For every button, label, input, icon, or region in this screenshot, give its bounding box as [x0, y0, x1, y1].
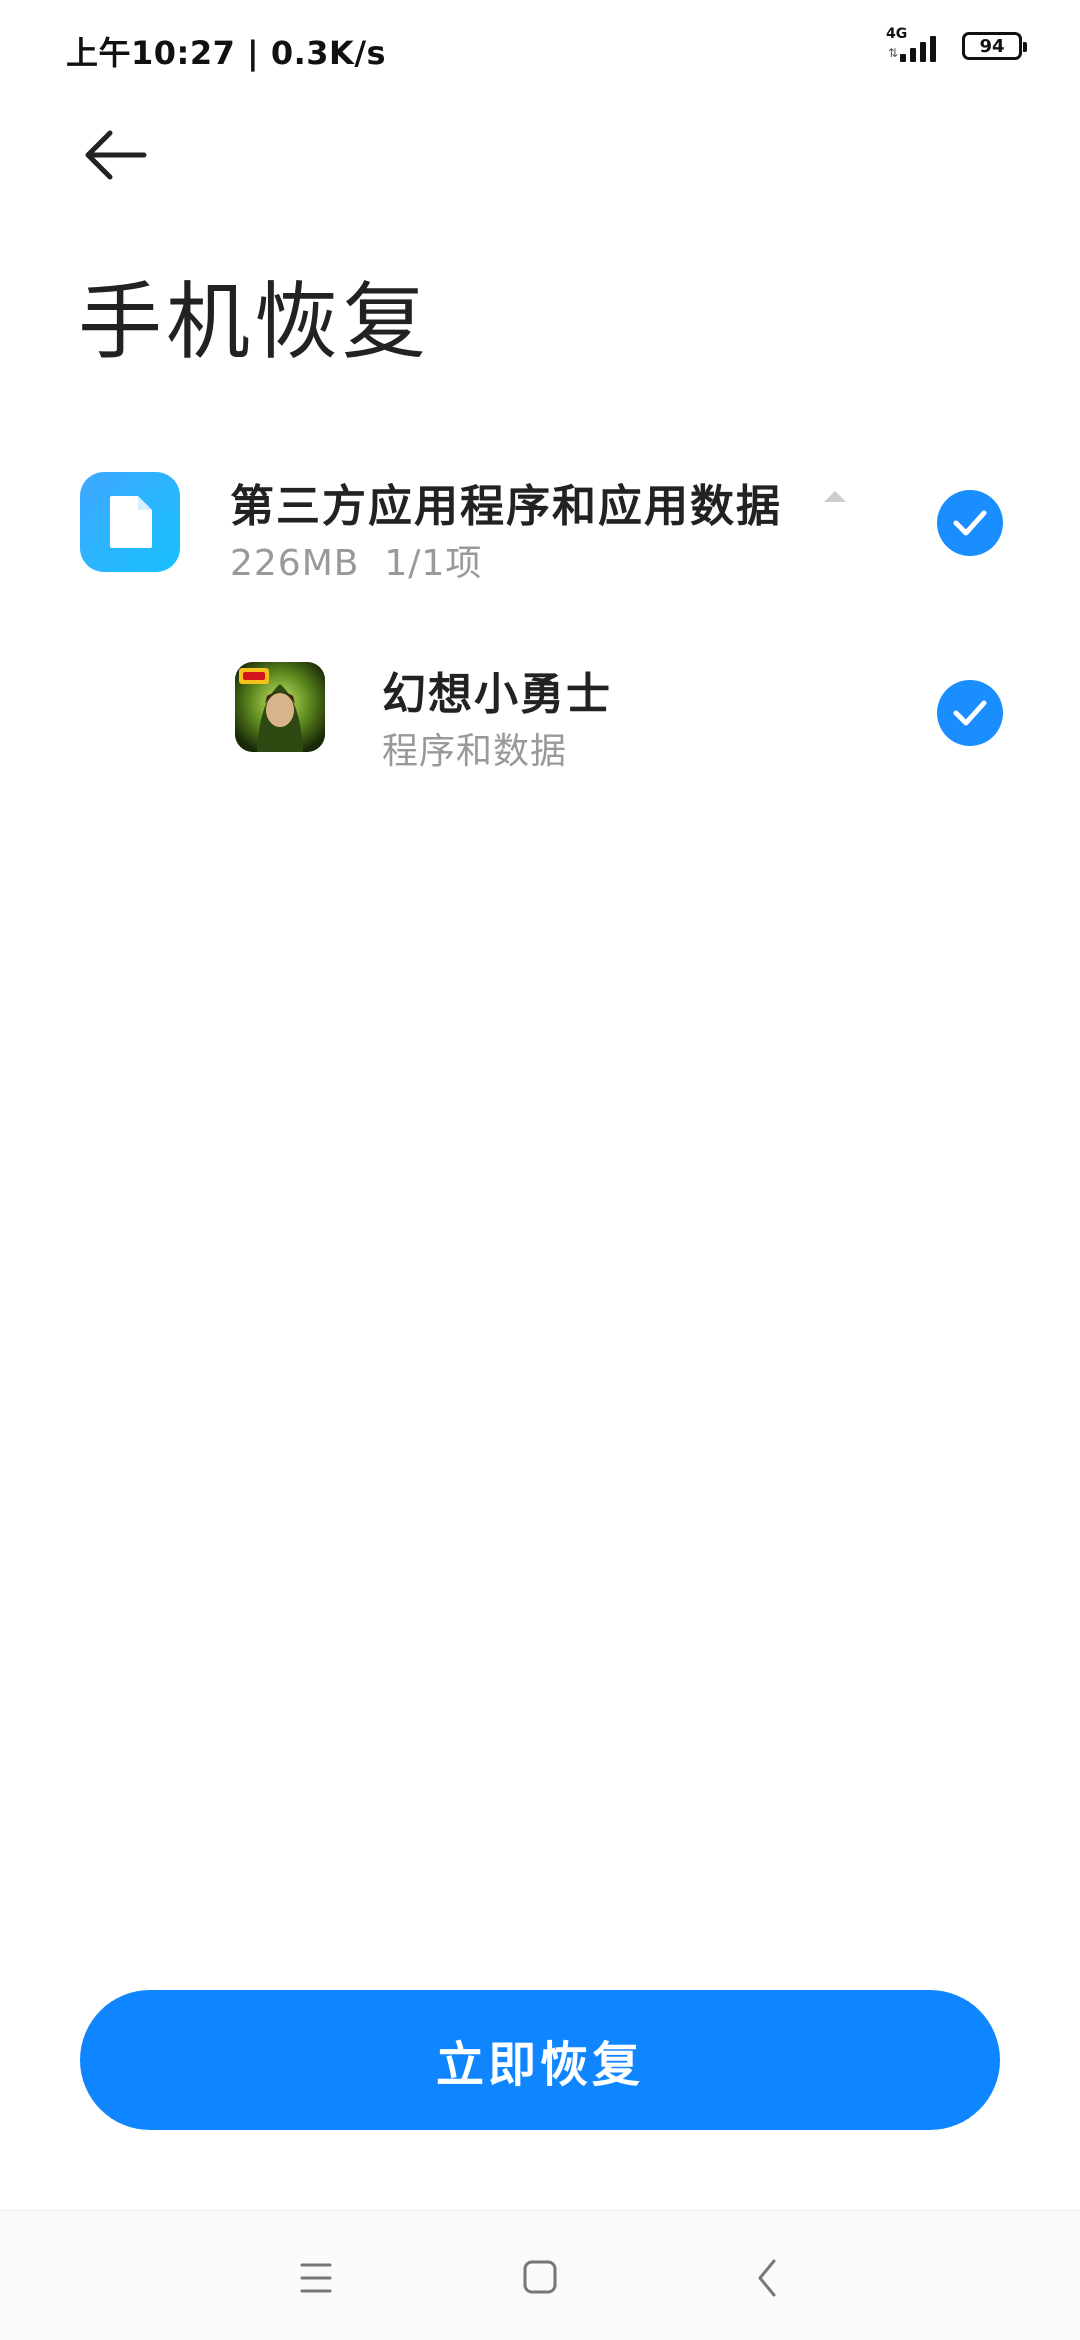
category-title: 第三方应用程序和应用数据: [230, 481, 782, 532]
file-icon: [80, 472, 180, 572]
app-icon: [235, 662, 325, 752]
app-name: 幻想小勇士: [382, 669, 612, 720]
menu-icon: [300, 2263, 332, 2293]
category-row[interactable]: 第三方应用程序和应用数据 226MB 1/1项: [0, 460, 1080, 590]
app-row[interactable]: 幻想小勇士 程序和数据: [0, 650, 1080, 780]
battery-icon: 94: [962, 32, 1027, 60]
battery-level: 94: [979, 35, 1005, 57]
check-icon: [953, 510, 987, 536]
signal-bars: [900, 36, 936, 62]
nav-menu-button[interactable]: [286, 2251, 346, 2305]
category-count: 1/1项: [384, 543, 483, 584]
chevron-left-icon: [758, 2259, 776, 2297]
back-button[interactable]: [80, 125, 152, 185]
status-icons: 4G ⇅ 94: [886, 26, 1027, 64]
category-checkbox[interactable]: [937, 490, 1003, 556]
restore-now-button[interactable]: 立即恢复: [80, 1990, 1000, 2130]
check-icon: [953, 700, 987, 726]
screen: 上午10:27 | 0.3K/s 4G ⇅ 94 手机恢复 第三方应用程序和应用…: [0, 0, 1080, 2340]
status-bar: 上午10:27 | 0.3K/s 4G ⇅ 94: [0, 0, 1080, 95]
nav-back-button[interactable]: [738, 2251, 798, 2305]
status-time-speed: 上午10:27 | 0.3K/s: [66, 34, 387, 72]
category-meta: 226MB 1/1项: [230, 534, 482, 586]
data-arrows-icon: ⇅: [888, 46, 899, 60]
navigation-bar: [0, 2210, 1080, 2340]
category-size: 226MB: [230, 543, 360, 584]
app-checkbox[interactable]: [937, 680, 1003, 746]
signal-icon: 4G ⇅: [886, 26, 948, 64]
page-title: 手机恢复: [78, 273, 431, 371]
triangle-up-icon[interactable]: [822, 488, 848, 504]
arrow-left-icon: [85, 130, 147, 180]
nav-home-button[interactable]: [510, 2251, 570, 2305]
square-icon: [523, 2260, 557, 2294]
app-description: 程序和数据: [382, 731, 568, 772]
